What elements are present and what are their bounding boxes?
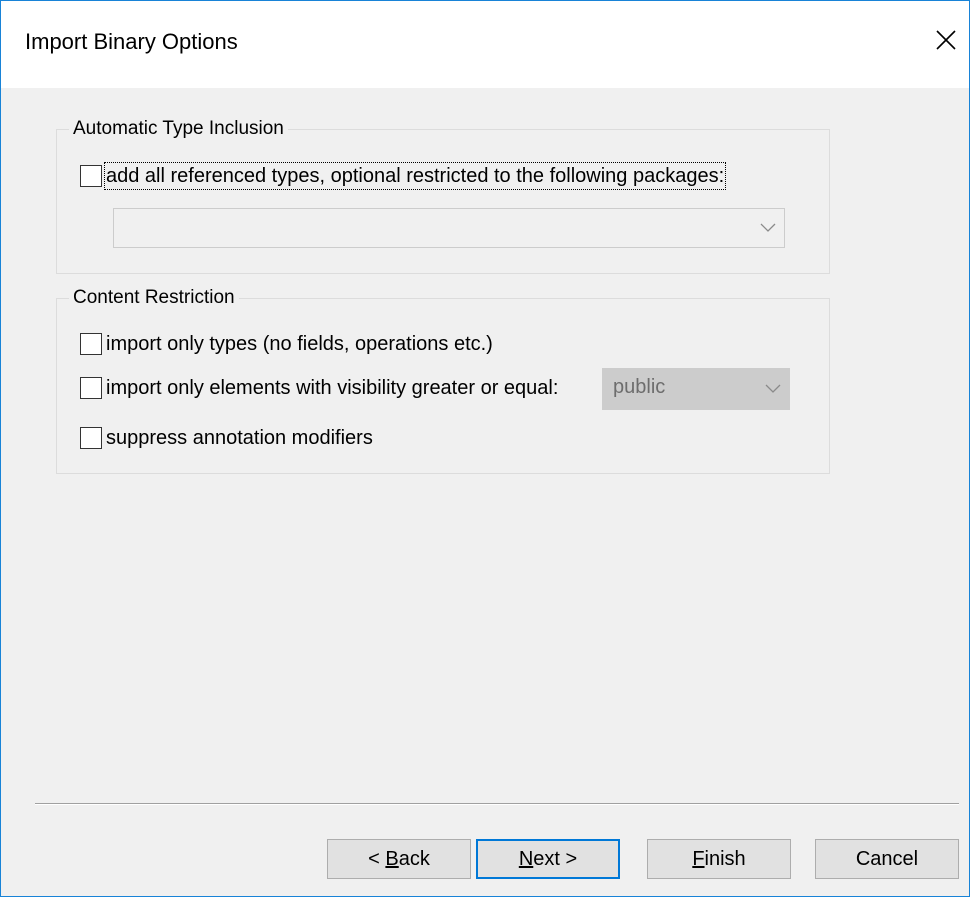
import-only-types-checkbox[interactable] — [80, 333, 102, 355]
title-bar: Import Binary Options — [1, 1, 969, 88]
visibility-checkbox[interactable] — [80, 377, 102, 399]
cancel-button[interactable]: Cancel — [815, 839, 959, 879]
visibility-dropdown[interactable]: public — [602, 368, 790, 410]
add-referenced-types-option[interactable]: add all referenced types, optional restr… — [80, 162, 727, 190]
automatic-type-inclusion-legend: Automatic Type Inclusion — [69, 118, 288, 140]
finish-button-mnemonic: F — [692, 847, 705, 870]
visibility-label: import only elements with visibility gre… — [106, 377, 559, 399]
next-button[interactable]: Next > — [476, 839, 620, 879]
finish-button-rest: inish — [704, 847, 746, 870]
add-referenced-types-checkbox[interactable] — [80, 165, 102, 187]
import-only-types-option[interactable]: import only types (no fields, operations… — [80, 332, 493, 356]
content-restriction-legend: Content Restriction — [69, 287, 239, 309]
suppress-annotation-label: suppress annotation modifiers — [106, 427, 373, 449]
visibility-dropdown-value: public — [613, 376, 666, 398]
back-button-rest: ack — [398, 847, 430, 870]
packages-dropdown[interactable] — [113, 208, 785, 248]
chevron-down-icon — [760, 223, 776, 232]
import-binary-options-dialog: Import Binary Options Automatic Type Inc… — [0, 0, 970, 897]
suppress-annotation-option[interactable]: suppress annotation modifiers — [80, 426, 373, 450]
add-referenced-types-label: add all referenced types, optional restr… — [103, 162, 727, 190]
next-button-mnemonic: N — [518, 847, 534, 870]
back-button[interactable]: < Back — [327, 839, 471, 879]
visibility-option[interactable]: import only elements with visibility gre… — [80, 376, 558, 400]
back-button-prefix: < — [368, 847, 386, 870]
next-button-rest: ext > — [533, 847, 578, 870]
back-button-mnemonic: B — [385, 847, 399, 870]
finish-button[interactable]: Finish — [647, 839, 791, 879]
import-only-types-label: import only types (no fields, operations… — [106, 333, 493, 355]
automatic-type-inclusion-group: Automatic Type Inclusion add all referen… — [56, 118, 830, 274]
cancel-button-label: Cancel — [855, 847, 919, 870]
button-separator — [35, 803, 959, 805]
dialog-title: Import Binary Options — [25, 29, 238, 54]
chevron-down-icon — [765, 384, 781, 393]
suppress-annotation-checkbox[interactable] — [80, 427, 102, 449]
close-icon — [936, 30, 956, 50]
close-button[interactable] — [925, 19, 967, 61]
content-restriction-group: Content Restriction import only types (n… — [56, 287, 830, 474]
